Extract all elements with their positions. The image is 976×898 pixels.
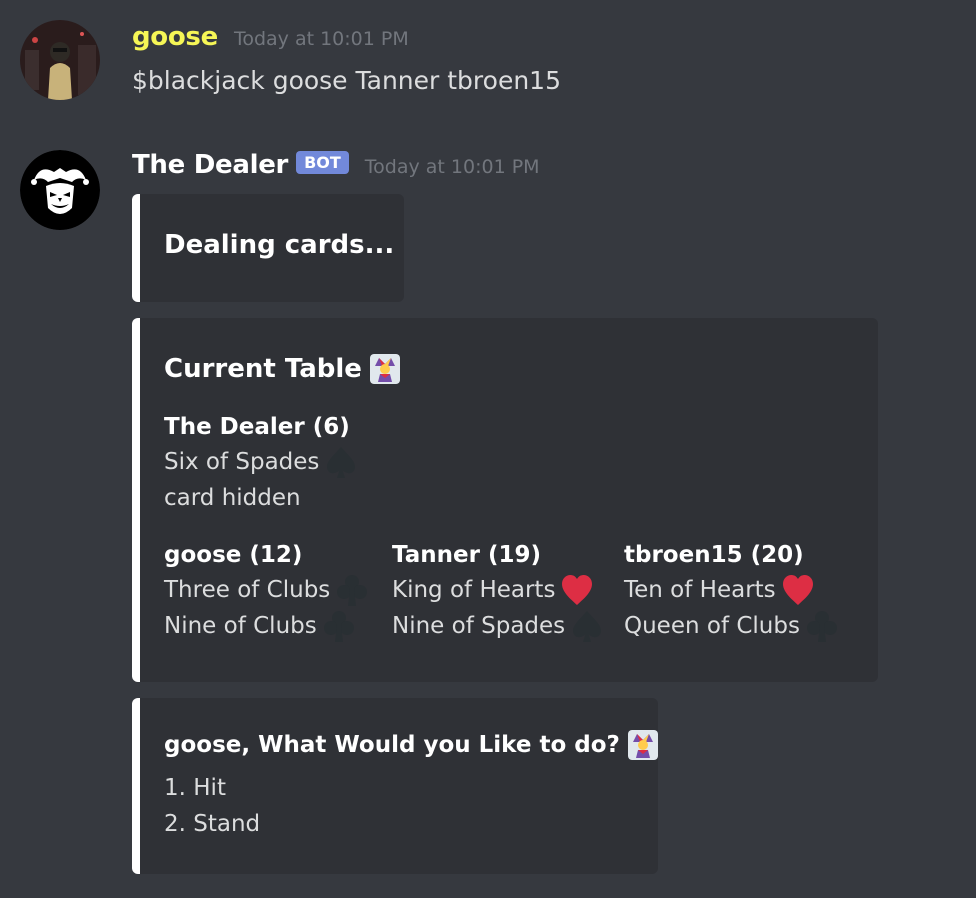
heart-icon — [780, 572, 816, 608]
card-text: Three of Clubs — [164, 577, 331, 603]
bot-tag: BOT — [296, 150, 349, 174]
timestamp: Today at 10:01 PM — [233, 28, 409, 50]
club-icon — [321, 608, 357, 644]
spade-icon — [323, 444, 359, 480]
card-line: Nine of Clubs — [164, 608, 370, 644]
card-line: Nine of Spades — [392, 608, 605, 644]
field-name-dealer: The Dealer (6) — [164, 414, 350, 440]
player-field-goose: goose (12) Three of Clubs Nine of Clubs — [164, 542, 370, 644]
field-name-player: Tanner (19) — [392, 542, 541, 568]
card-line: King of Hearts — [392, 572, 605, 608]
embed-title-text: Current Table — [164, 354, 362, 384]
player-field-tbroen15: tbroen15 (20) Ten of Hearts Queen of Clu… — [624, 542, 840, 644]
embed-action-prompt: goose, What Would you Like to do? 1. Hit… — [132, 698, 658, 874]
card-line: Ten of Hearts — [624, 572, 840, 608]
jester-card-emoji-icon — [627, 730, 658, 760]
card-line: card hidden — [164, 480, 359, 516]
card-text: card hidden — [164, 485, 301, 511]
embed-title: Dealing cards... — [164, 230, 395, 260]
embed-current-table: Current Table The Dealer (6) Six of Spad… — [132, 318, 878, 682]
dealer-field: The Dealer (6) Six of Spades card hidden — [164, 414, 359, 516]
embed-title: Current Table — [164, 354, 400, 384]
timestamp: Today at 10:01 PM — [364, 156, 540, 178]
heart-icon — [559, 572, 595, 608]
card-text: King of Hearts — [392, 577, 556, 603]
goose-avatar[interactable] — [20, 20, 100, 100]
spade-icon — [569, 608, 605, 644]
player-field-tanner: Tanner (19) King of Hearts Nine of Spade… — [392, 542, 605, 644]
option-stand: 2. Stand — [164, 811, 261, 837]
message-content: $blackjack goose Tanner tbroen15 — [132, 66, 561, 95]
option-hit: 1. Hit — [164, 775, 226, 801]
jester-card-emoji-icon — [369, 354, 400, 384]
card-text: Six of Spades — [164, 449, 320, 475]
card-text: Nine of Spades — [392, 613, 566, 639]
username-goose[interactable]: goose — [132, 22, 218, 52]
embed-title: goose, What Would you Like to do? — [164, 730, 658, 760]
club-icon — [804, 608, 840, 644]
dealer-avatar[interactable] — [20, 150, 100, 230]
embed-title-text: goose, What Would you Like to do? — [164, 732, 620, 758]
embed-dealing: Dealing cards... — [132, 194, 404, 302]
card-text: Nine of Clubs — [164, 613, 317, 639]
field-name-player: goose (12) — [164, 542, 303, 568]
card-text: Ten of Hearts — [624, 577, 776, 603]
card-line: Queen of Clubs — [624, 608, 840, 644]
card-line: Three of Clubs — [164, 572, 370, 608]
field-name-player: tbroen15 (20) — [624, 542, 804, 568]
club-icon — [334, 572, 370, 608]
card-line: Six of Spades — [164, 444, 359, 480]
username-the-dealer[interactable]: The Dealer — [132, 150, 288, 180]
card-text: Queen of Clubs — [624, 613, 800, 639]
